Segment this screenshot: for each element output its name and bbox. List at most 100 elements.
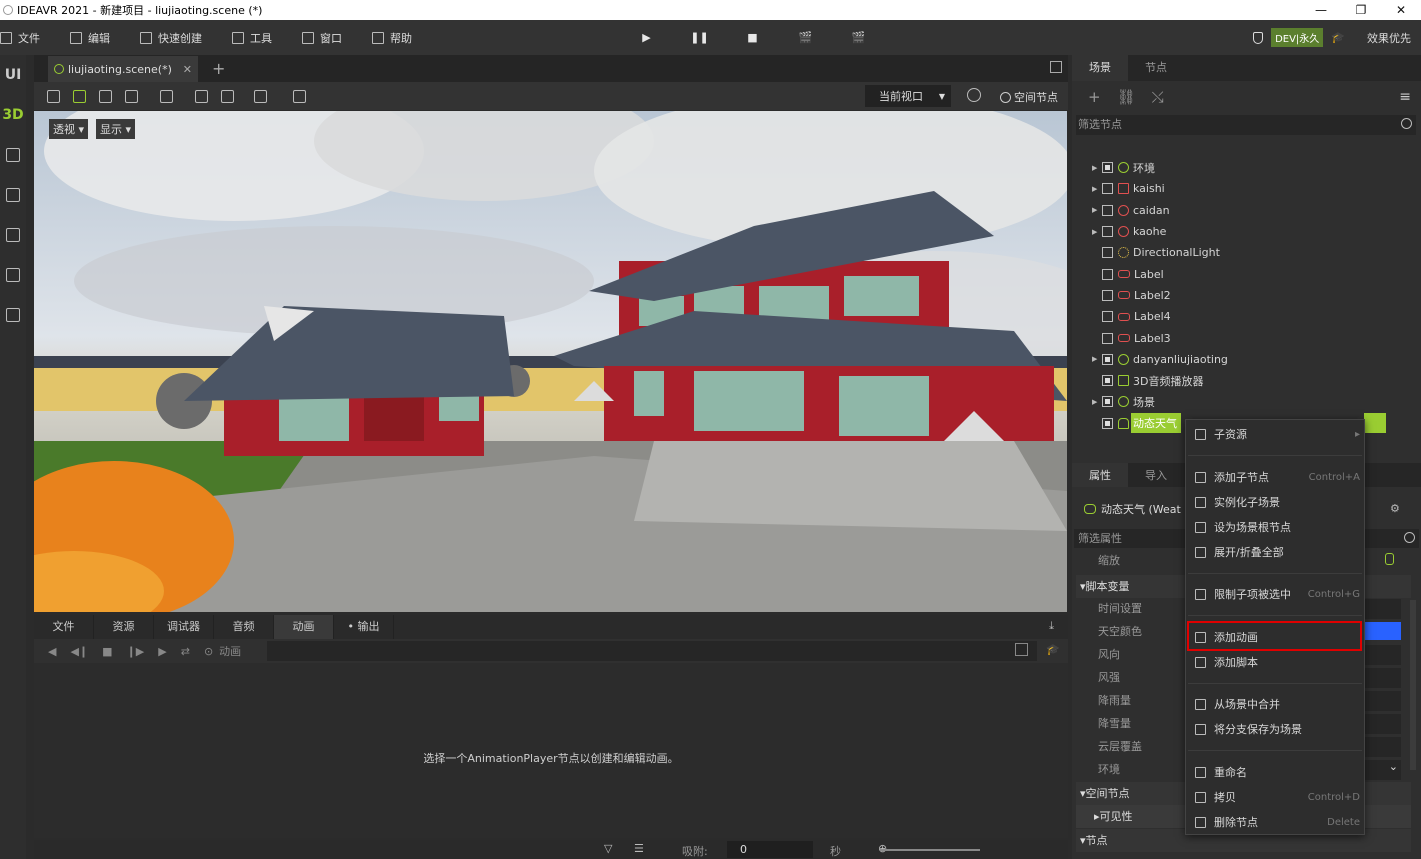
edit-animation-icon[interactable]	[1015, 643, 1028, 656]
tab-audio[interactable]: 音频	[214, 615, 274, 639]
snap-unit-select[interactable]: 秒	[830, 843, 841, 859]
sliders-icon[interactable]: ⚙	[1390, 502, 1400, 515]
visibility-checkbox[interactable]	[1102, 226, 1113, 238]
animation-select[interactable]	[267, 641, 1037, 661]
expand-arrow-icon[interactable]: ▶	[1092, 355, 1100, 363]
properties-scrollbar[interactable]	[1410, 600, 1416, 770]
visibility-checkbox[interactable]	[1102, 311, 1113, 323]
menu-tools[interactable]: 工具	[232, 30, 272, 46]
viewport-select[interactable]: 当前视口 ▼	[865, 85, 951, 107]
expand-arrow-icon[interactable]: ▶	[1092, 398, 1100, 406]
tab-debugger[interactable]: 调试器	[154, 615, 214, 639]
tree-node[interactable]: ▶ kaohe	[1072, 221, 1421, 242]
visibility-checkbox[interactable]	[1102, 183, 1113, 195]
tree-node[interactable]: Label2	[1072, 285, 1421, 306]
lock-select-icon[interactable]	[160, 89, 173, 103]
play-backward-icon[interactable]: ◀❙	[70, 645, 88, 658]
menu-help[interactable]: 帮助	[372, 30, 412, 46]
anim-stop-icon[interactable]: ■	[102, 645, 112, 658]
quality-selector[interactable]: 效果优先	[1367, 30, 1411, 46]
visibility-checkbox[interactable]	[1102, 332, 1113, 344]
hamburger-menu-icon[interactable]: ≡	[1399, 89, 1411, 105]
pivot-icon[interactable]	[195, 89, 208, 103]
play-button[interactable]: ▶	[620, 31, 673, 44]
close-button[interactable]: ✕	[1381, 0, 1421, 20]
stop-button[interactable]: ■	[726, 31, 779, 44]
tab-scene[interactable]: 场景	[1072, 55, 1128, 81]
time-setting-field[interactable]	[1365, 599, 1401, 619]
autoplay-icon[interactable]: ⊙	[204, 645, 213, 658]
ui-mode-button[interactable]: UI	[0, 55, 26, 95]
tab-import[interactable]: 导入	[1128, 463, 1184, 487]
close-tab-icon[interactable]: ✕	[183, 63, 192, 76]
wind-direction-field[interactable]	[1365, 645, 1401, 665]
link-icon[interactable]: ⛓	[1117, 88, 1136, 106]
tab-node[interactable]: 节点	[1128, 55, 1184, 81]
visibility-checkbox[interactable]	[1102, 375, 1113, 387]
menu-file[interactable]: 文件	[0, 30, 40, 46]
tab-resources[interactable]: 资源	[94, 615, 154, 639]
play-backward-start-icon[interactable]: ◀	[48, 645, 56, 658]
ctx-add-script[interactable]: 添加脚本	[1186, 650, 1364, 674]
visibility-checkbox[interactable]	[1102, 204, 1113, 216]
scene-tab[interactable]: liujiaoting.scene(*) ✕	[48, 56, 198, 82]
display-button[interactable]: 显示 ▾	[96, 119, 136, 139]
ctx-duplicate[interactable]: 拷贝 Control+D	[1186, 785, 1364, 809]
zoom-slider[interactable]	[880, 849, 980, 851]
tree-node[interactable]: Label	[1072, 263, 1421, 284]
play-scene-button[interactable]: 🎬	[779, 31, 832, 44]
camera-icon[interactable]	[293, 89, 306, 103]
grid-icon[interactable]	[254, 89, 267, 103]
store-mode-button[interactable]	[0, 175, 26, 215]
ctx-make-scene-root[interactable]: 设为场景根节点	[1186, 515, 1364, 539]
environment-select[interactable]: ⌄	[1365, 760, 1401, 780]
menu-quick-create[interactable]: 快速创建	[140, 30, 202, 46]
tree-node[interactable]: ▶ 场景	[1072, 391, 1421, 412]
graduation-cap-icon[interactable]: 🎓	[1331, 31, 1345, 44]
visibility-checkbox[interactable]	[1102, 396, 1113, 408]
play-forward-start-icon[interactable]: ▶	[158, 645, 166, 658]
play-forward-icon[interactable]: ❙▶	[127, 645, 145, 658]
list-icon[interactable]: ☰	[634, 842, 644, 855]
3d-viewport[interactable]: 透视 ▾ 显示 ▾	[34, 111, 1067, 612]
snowfall-field[interactable]	[1365, 714, 1401, 734]
spatial-node-toggle[interactable]: 空间节点	[1000, 89, 1058, 105]
tab-animation[interactable]: 动画	[274, 615, 334, 639]
ctx-add-child-node[interactable]: 添加子节点 Control+A	[1186, 465, 1364, 489]
tree-node[interactable]: ▶ kaishi	[1072, 178, 1421, 199]
visibility-checkbox[interactable]	[1102, 162, 1113, 174]
add-tab-button[interactable]: +	[212, 59, 225, 78]
expand-arrow-icon[interactable]: ▶	[1092, 206, 1100, 214]
asset-mode-button[interactable]	[0, 215, 26, 255]
tab-output[interactable]: • 输出	[334, 615, 394, 639]
visibility-checkbox[interactable]	[1102, 268, 1113, 280]
ctx-merge-from-scene[interactable]: 从场景中合并	[1186, 692, 1364, 716]
script-mode-button[interactable]	[0, 135, 26, 175]
tree-node[interactable]: Label4	[1072, 306, 1421, 327]
cloud-cover-field[interactable]	[1365, 737, 1401, 757]
visibility-checkbox[interactable]	[1102, 353, 1113, 365]
visibility-checkbox[interactable]	[1102, 289, 1113, 301]
rotate-tool-icon[interactable]	[99, 89, 112, 103]
expand-arrow-icon[interactable]: ▶	[1092, 185, 1100, 193]
export-mode-button[interactable]	[0, 255, 26, 295]
snap-input[interactable]: 0	[727, 841, 813, 858]
hat-icon[interactable]: 🎓	[1046, 643, 1060, 656]
node-filter-input[interactable]: 筛选节点	[1076, 115, 1416, 135]
snap-icon[interactable]	[221, 89, 234, 103]
tree-node[interactable]: ▶ caidan	[1072, 200, 1421, 221]
fullscreen-icon[interactable]	[1050, 61, 1062, 73]
import-mode-button[interactable]	[0, 295, 26, 335]
select-tool-icon[interactable]	[47, 89, 60, 103]
tree-node[interactable]: ▶ danyanliujiaoting	[1072, 349, 1421, 370]
move-tool-icon[interactable]	[73, 89, 86, 103]
lock-icon[interactable]	[1385, 553, 1394, 565]
pause-button[interactable]: ❚❚	[673, 31, 726, 44]
ctx-save-branch-as-scene[interactable]: 将分支保存为场景	[1186, 717, 1364, 741]
sky-color-swatch[interactable]	[1365, 622, 1401, 640]
dock-down-icon[interactable]: ⤓	[1049, 619, 1054, 633]
expand-arrow-icon[interactable]: ▶	[1092, 164, 1100, 172]
3d-mode-button[interactable]: 3D	[0, 95, 26, 135]
menu-window[interactable]: 窗口	[302, 30, 342, 46]
ctx-rename[interactable]: 重命名	[1186, 760, 1364, 784]
